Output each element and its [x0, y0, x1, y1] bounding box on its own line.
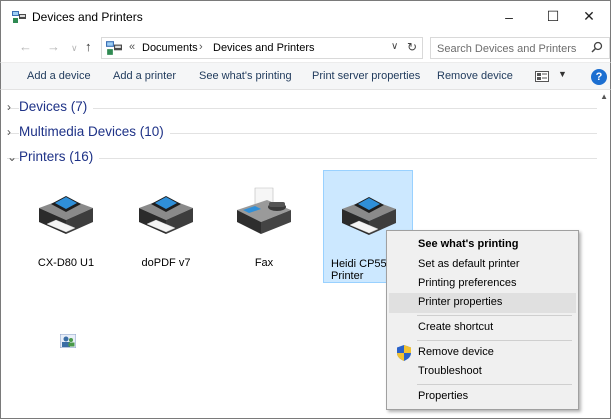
chevron-right-icon[interactable]: › [7, 100, 11, 114]
menu-separator [417, 384, 572, 385]
scroll-up-arrow-icon[interactable]: ▲ [600, 92, 608, 101]
group-multimedia-devices[interactable]: › Multimedia Devices (10) [7, 123, 597, 143]
search-icon[interactable] [591, 41, 603, 56]
menu-item-see-whats-printing[interactable]: See what's printing [389, 235, 576, 255]
print-server-properties-button[interactable]: Print server properties [312, 70, 420, 82]
chevron-right-icon[interactable]: › [7, 125, 11, 139]
group-printers[interactable]: ⌄ Printers (16) [7, 148, 597, 168]
printer-icon [39, 196, 93, 234]
window-title: Devices and Printers [32, 10, 143, 24]
menu-item-label: See what's printing [418, 238, 519, 250]
minimize-button[interactable]: – [487, 1, 531, 32]
menu-separator [417, 315, 572, 316]
group-header-label[interactable]: Devices (7) [19, 99, 94, 114]
refresh-icon[interactable]: ↻ [407, 40, 417, 54]
search-input[interactable] [437, 41, 582, 56]
title-bar: Devices and Printers – ☐ ✕ [0, 0, 611, 32]
overflow-chevron[interactable]: « [129, 41, 135, 53]
back-arrow-icon[interactable]: ← [19, 39, 32, 54]
menu-item-label: Troubleshoot [418, 365, 482, 377]
group-header-label[interactable]: Printers (16) [19, 149, 100, 164]
chevron-down-icon: ▼ [558, 69, 567, 79]
see-whats-printing-button[interactable]: See what's printing [199, 70, 292, 82]
view-options-button[interactable]: ▼ [535, 68, 569, 86]
address-bar[interactable]: « Documents › Devices and Printers ∨ ↻ [101, 37, 423, 59]
group-divider [7, 108, 597, 109]
navigation-bar: ← → ∨ ↑ « Documents › Devices and Printe… [0, 32, 611, 62]
chevron-down-icon[interactable]: ⌄ [7, 150, 17, 164]
breadcrumb-devices-and-printers[interactable]: Devices and Printers [213, 42, 315, 54]
devices-printers-icon [12, 11, 26, 26]
menu-separator [417, 340, 572, 341]
menu-item-set-default-printer[interactable]: Set as default printer [389, 255, 576, 275]
breadcrumb-separator[interactable]: › [199, 41, 203, 53]
menu-item-troubleshoot[interactable]: Troubleshoot [389, 362, 576, 382]
group-header-label[interactable]: Multimedia Devices (10) [19, 124, 170, 139]
menu-item-remove-device[interactable]: Remove device [389, 343, 576, 363]
printer-tile[interactable]: Fax [219, 170, 309, 283]
fax-icon [237, 187, 291, 234]
breadcrumb-documents[interactable]: Documents [142, 42, 198, 54]
up-arrow-icon[interactable]: ↑ [85, 39, 92, 54]
printer-tile[interactable]: doPDF v7 [121, 170, 211, 283]
printer-icon [139, 196, 193, 234]
context-menu: See what's printing Set as default print… [386, 230, 579, 410]
add-device-button[interactable]: Add a device [27, 70, 91, 82]
view-icon [535, 71, 549, 85]
menu-item-label: Printing preferences [418, 277, 517, 289]
menu-item-printer-properties[interactable]: Printer properties [389, 293, 576, 313]
menu-item-create-shortcut[interactable]: Create shortcut [389, 318, 576, 338]
address-dropdown-icon[interactable]: ∨ [391, 41, 398, 52]
help-button[interactable]: ? [591, 69, 607, 85]
add-printer-button[interactable]: Add a printer [113, 70, 176, 82]
group-devices[interactable]: › Devices (7) [7, 98, 597, 118]
command-bar: Add a device Add a printer See what's pr… [0, 62, 611, 90]
menu-item-label: Create shortcut [418, 321, 494, 333]
search-box[interactable] [430, 37, 610, 59]
printer-name: doPDF v7 [141, 257, 191, 269]
menu-item-properties[interactable]: Properties [389, 387, 576, 407]
printer-tile[interactable]: CX-D80 U1 [21, 170, 111, 348]
menu-item-label: Remove device [418, 346, 494, 358]
devices-printers-icon [106, 41, 122, 58]
menu-item-label: Printer properties [418, 296, 503, 308]
forward-arrow-icon[interactable]: → [47, 39, 60, 54]
printer-name: Fax [254, 257, 274, 269]
remove-device-button[interactable]: Remove device [437, 70, 513, 82]
close-button[interactable]: ✕ [567, 1, 611, 32]
recent-locations-chevron-icon[interactable]: ∨ [71, 43, 78, 54]
menu-item-label: Set as default printer [418, 258, 520, 270]
menu-item-label: Properties [418, 390, 469, 402]
printer-name: CX-D80 U1 [37, 257, 95, 269]
menu-item-printing-preferences[interactable]: Printing preferences [389, 274, 576, 294]
